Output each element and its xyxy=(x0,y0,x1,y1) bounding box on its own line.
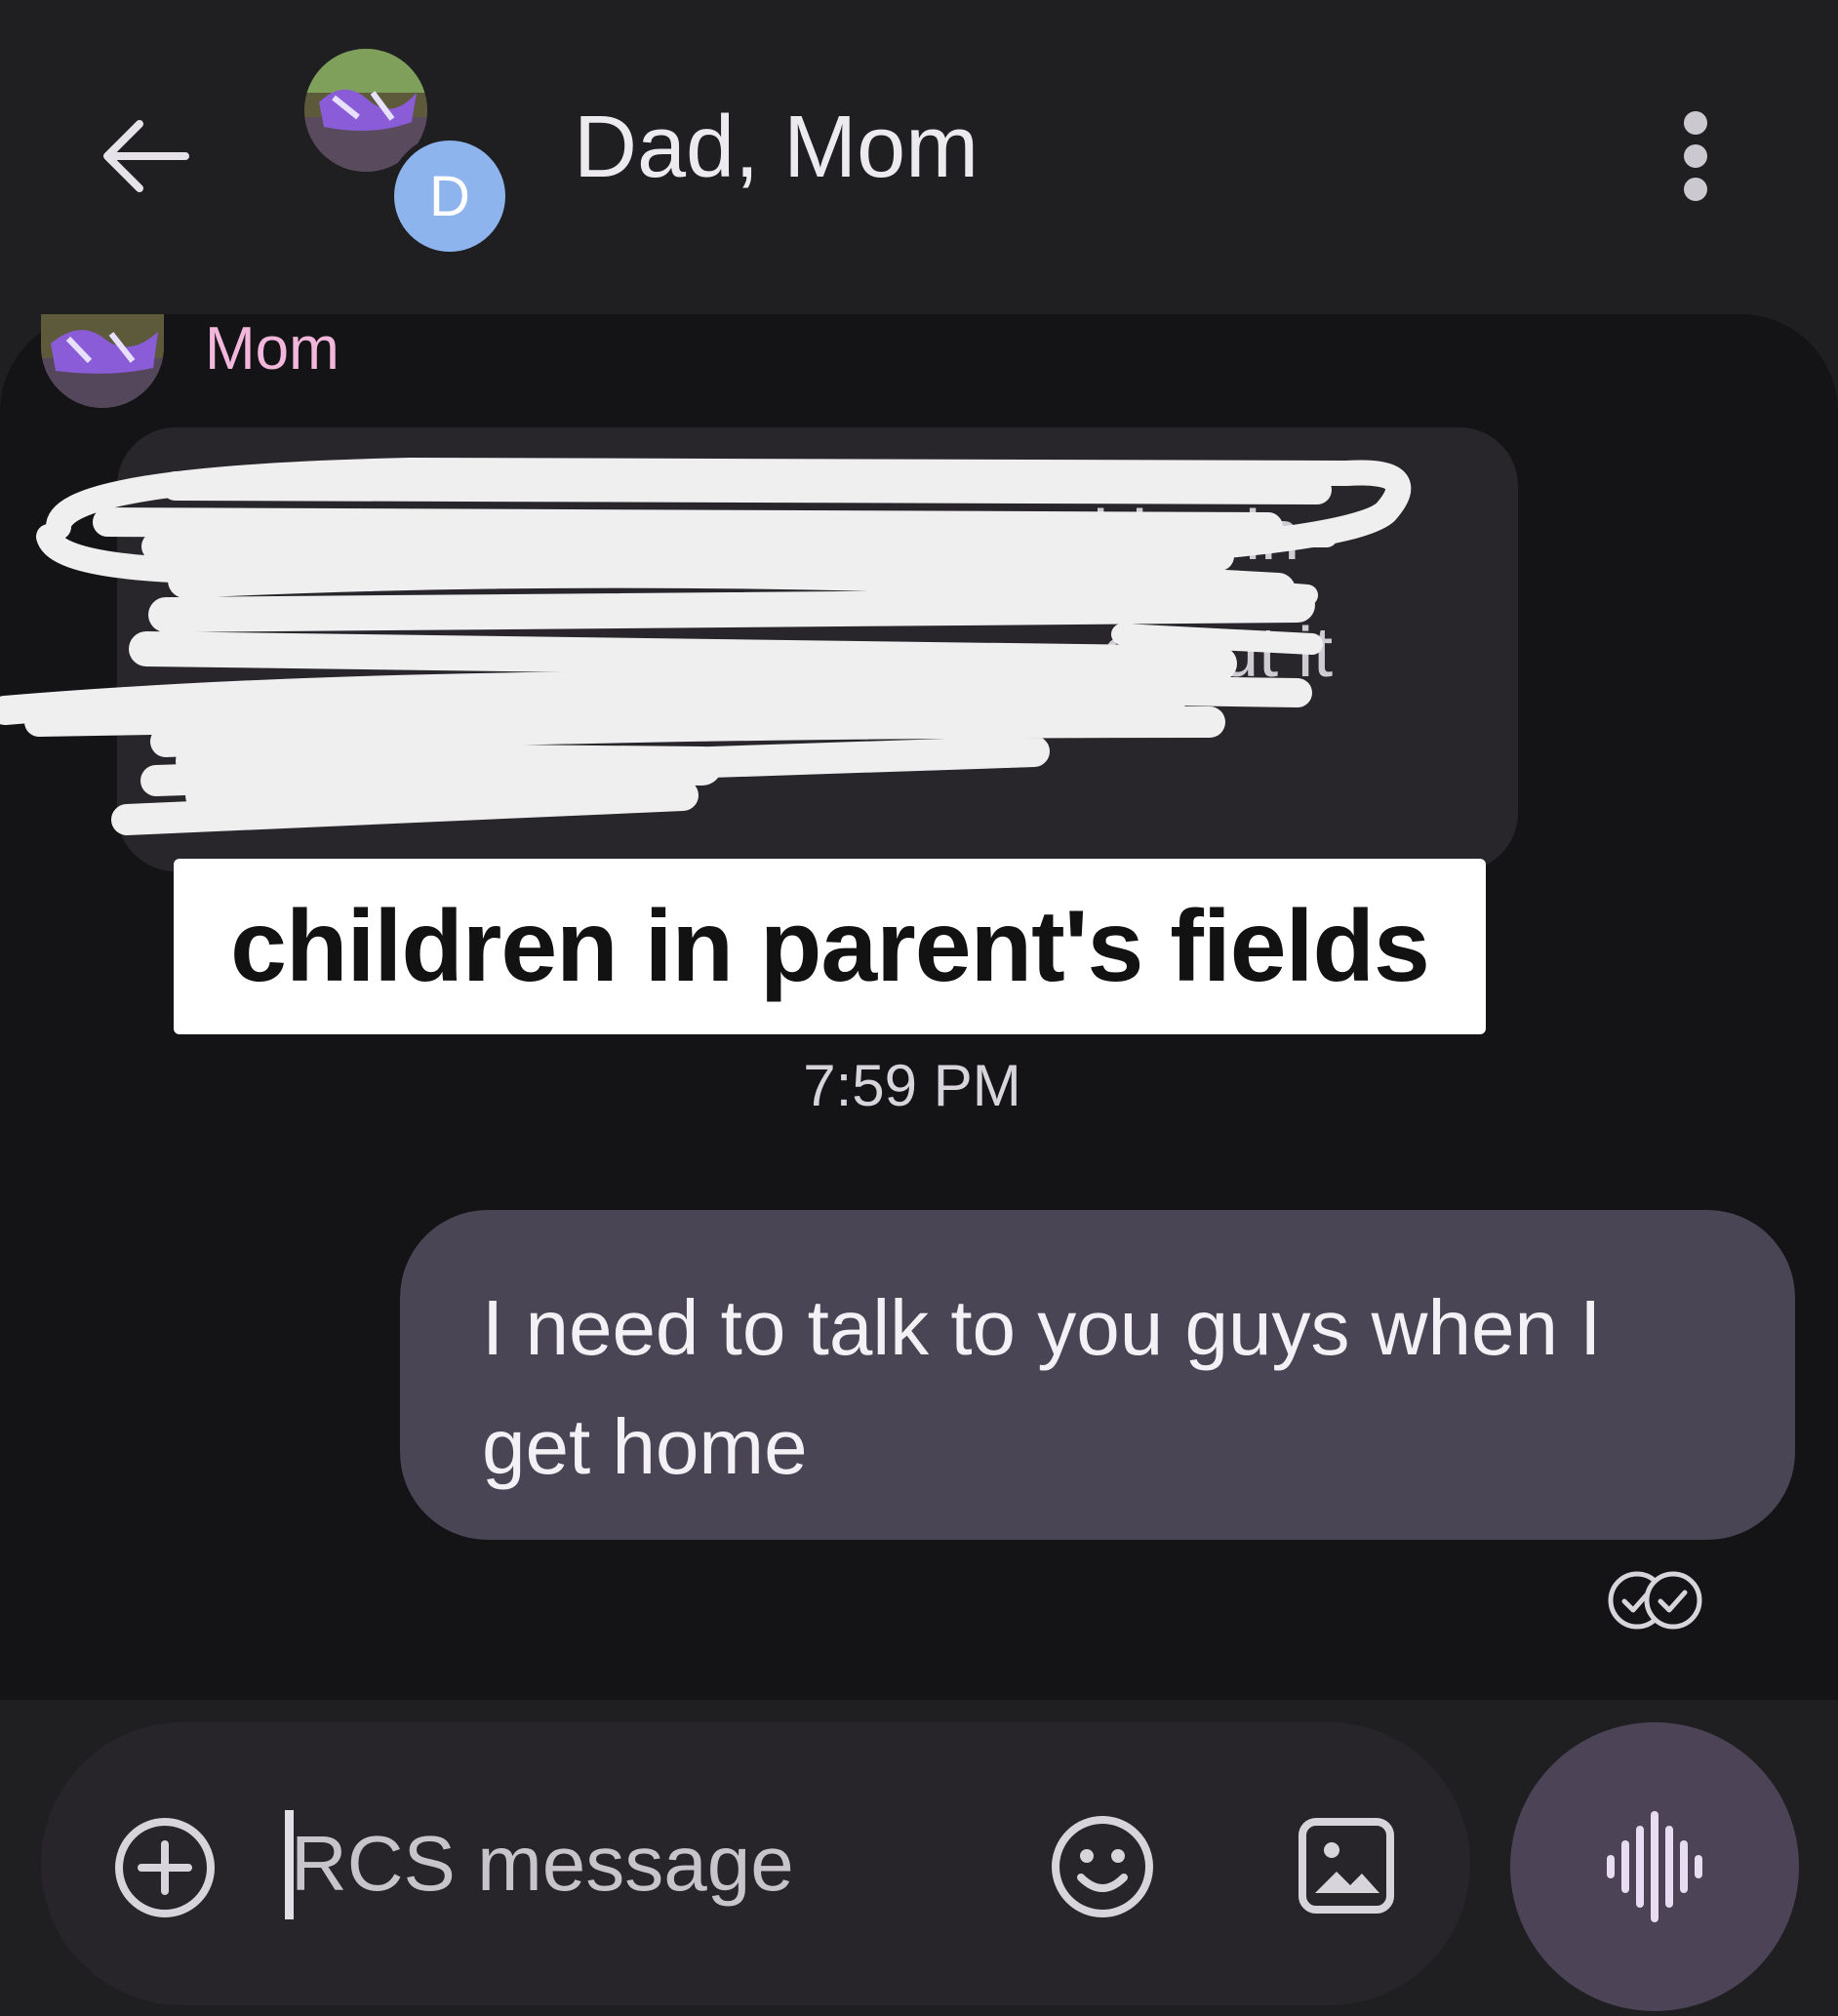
message-input[interactable] xyxy=(291,1815,1013,1913)
caption-overlay: children in parent's fields xyxy=(174,859,1486,1034)
image-gallery-icon[interactable] xyxy=(1298,1815,1395,1916)
dad-avatar-letter: D xyxy=(429,164,470,228)
sender-name: Mom xyxy=(205,315,340,383)
conversation-title[interactable]: Dad, Mom xyxy=(574,98,979,198)
outgoing-message-bubble[interactable]: I need to talk to you guys when I get ho… xyxy=(400,1210,1795,1540)
voice-waveform-icon xyxy=(1607,1811,1702,1922)
back-arrow-icon[interactable] xyxy=(93,102,200,210)
outgoing-message-text: I need to talk to you guys when I get ho… xyxy=(482,1284,1602,1490)
emoji-icon[interactable] xyxy=(1049,1813,1156,1920)
add-attachment-icon[interactable] xyxy=(112,1815,218,1920)
more-options-icon[interactable] xyxy=(1658,98,1733,215)
redaction-scribble xyxy=(0,458,1412,835)
read-receipt-icon xyxy=(1608,1571,1702,1630)
group-avatar-dad: D xyxy=(388,135,511,258)
voice-message-button[interactable] xyxy=(1510,1722,1799,2011)
message-timestamp: 7:59 PM xyxy=(803,1053,1021,1118)
